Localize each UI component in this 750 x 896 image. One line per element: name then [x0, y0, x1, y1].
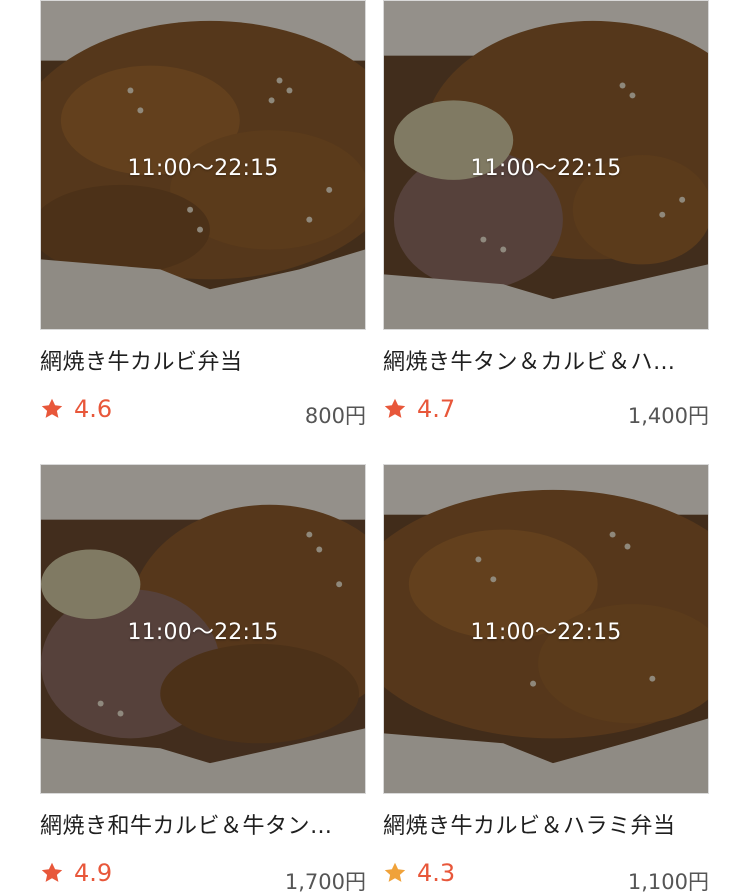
- menu-item-card[interactable]: 11:00〜22:15 網焼き牛カルビ弁当 4.6 800円: [40, 0, 366, 430]
- menu-item-name: 網焼き和牛カルビ＆牛タン…: [40, 814, 333, 839]
- rating-value: 4.3: [417, 859, 456, 887]
- menu-item-card[interactable]: 11:00〜22:15 網焼き和牛カルビ＆牛タン… 4.9 1,700円: [40, 464, 366, 894]
- rating: 4.6: [40, 394, 112, 424]
- price: 800円: [304, 404, 366, 428]
- rating-value: 4.7: [417, 395, 456, 423]
- rating: 4.9: [40, 858, 112, 888]
- business-hours: 11:00〜22:15: [127, 620, 279, 645]
- menu-item-card[interactable]: 11:00〜22:15 網焼き牛タン＆カルビ＆ハ… 4.7 1,400円: [383, 0, 709, 430]
- rating-value: 4.9: [74, 859, 113, 887]
- price: 1,400円: [627, 404, 709, 428]
- menu-item-image[interactable]: 11:00〜22:15: [40, 464, 366, 794]
- menu-item-image[interactable]: 11:00〜22:15: [40, 0, 366, 330]
- star-icon: [41, 862, 63, 882]
- business-hours: 11:00〜22:15: [127, 156, 279, 181]
- menu-item-image[interactable]: 11:00〜22:15: [383, 0, 709, 330]
- business-hours: 11:00〜22:15: [470, 156, 622, 181]
- rating-value: 4.6: [74, 395, 113, 423]
- menu-item-name: 網焼き牛カルビ弁当: [40, 350, 243, 375]
- menu-item-name: 網焼き牛カルビ＆ハラミ弁当: [383, 814, 676, 839]
- star-icon: [384, 862, 406, 882]
- business-hours: 11:00〜22:15: [470, 620, 622, 645]
- star-icon: [384, 398, 406, 418]
- menu-item-image[interactable]: 11:00〜22:15: [383, 464, 709, 794]
- star-icon: [41, 398, 63, 418]
- rating: 4.3: [383, 858, 455, 888]
- menu-item-name: 網焼き牛タン＆カルビ＆ハ…: [383, 350, 676, 375]
- rating: 4.7: [383, 394, 455, 424]
- menu-grid: 11:00〜22:15 網焼き牛カルビ弁当 4.6 800円 11:00〜22:…: [0, 0, 750, 894]
- menu-item-card[interactable]: 11:00〜22:15 網焼き牛カルビ＆ハラミ弁当 4.3 1,100円: [383, 464, 709, 894]
